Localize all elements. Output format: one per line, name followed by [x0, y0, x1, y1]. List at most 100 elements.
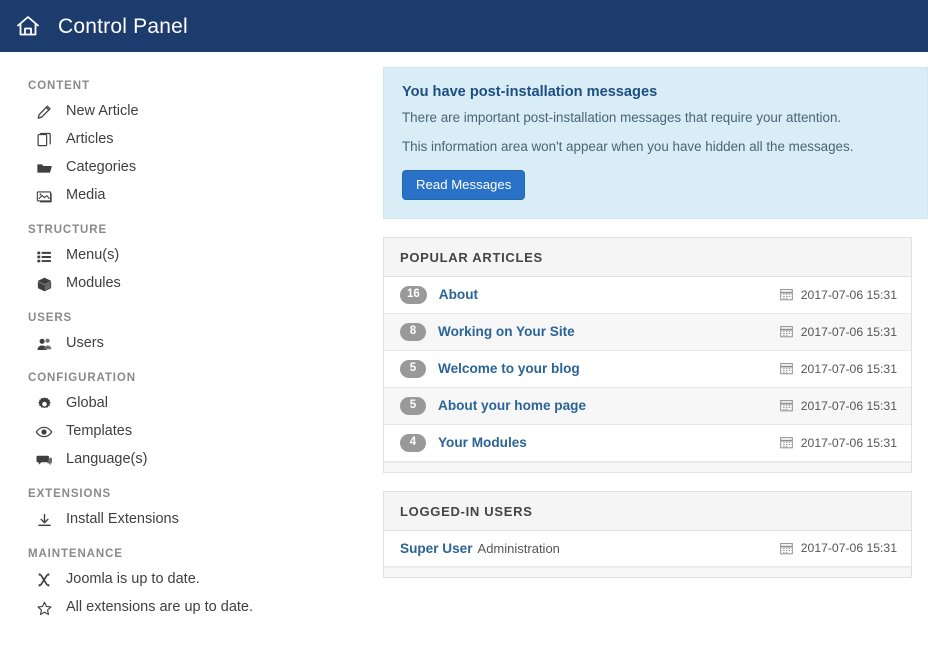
sidebar-item-label: Language(s)	[66, 450, 147, 470]
user-role: Administration	[478, 541, 560, 556]
sidebar-item-label: Media	[66, 186, 106, 206]
date-text: 2017-07-06 15:31	[801, 288, 897, 302]
sidebar-item-media[interactable]: Media	[0, 182, 383, 210]
calendar-icon	[780, 399, 793, 412]
popular-articles-panel: POPULAR ARTICLES 16 About	[383, 237, 912, 473]
hit-count-badge: 4	[400, 434, 426, 452]
control-panel-page: Control Panel CONTENT New Article	[0, 0, 928, 655]
row-date: 2017-07-06 15:31	[780, 288, 897, 302]
panel-footer	[384, 567, 911, 577]
sidebar-item-label: Global	[66, 394, 108, 414]
post-installation-alert: You have post-installation messages Ther…	[383, 67, 928, 219]
row-date: 2017-07-06 15:31	[780, 399, 897, 413]
popular-articles-title: POPULAR ARTICLES	[384, 238, 911, 277]
sidebar-section-users: USERS Users	[0, 300, 383, 358]
alert-text-line1: There are important post-installation me…	[402, 109, 907, 128]
article-link[interactable]: Your Modules	[438, 435, 527, 450]
sidebar-item-label: All extensions are up to date.	[66, 598, 253, 618]
sidebar-section-label: EXTENSIONS	[0, 476, 383, 506]
date-text: 2017-07-06 15:31	[801, 325, 897, 339]
sidebar-section-label: CONFIGURATION	[0, 360, 383, 390]
sidebar-item-install-extensions[interactable]: Install Extensions	[0, 506, 383, 534]
sidebar-item-extensions-status[interactable]: All extensions are up to date.	[0, 594, 383, 622]
sidebar-item-label: New Article	[66, 102, 139, 122]
sidebar-section-configuration: CONFIGURATION Global	[0, 360, 383, 474]
users-icon	[34, 334, 54, 354]
list-icon	[34, 246, 54, 266]
home-icon[interactable]	[14, 12, 42, 40]
sidebar-item-languages[interactable]: Language(s)	[0, 446, 383, 474]
sidebar-item-joomla-status[interactable]: Joomla is up to date.	[0, 566, 383, 594]
sidebar-item-label: Articles	[66, 130, 114, 150]
sidebar-section-content: CONTENT New Article	[0, 68, 383, 210]
alert-text-line2: This information area won't appear when …	[402, 138, 907, 157]
panel-footer	[384, 462, 911, 472]
row-date: 2017-07-06 15:31	[780, 541, 897, 555]
sidebar-section-label: MAINTENANCE	[0, 536, 383, 566]
sidebar-item-label: Templates	[66, 422, 132, 442]
calendar-icon	[780, 542, 793, 555]
calendar-icon	[780, 436, 793, 449]
sidebar-section-label: USERS	[0, 300, 383, 330]
hit-count-badge: 16	[400, 286, 427, 304]
sidebar-item-label: Install Extensions	[66, 510, 179, 530]
logged-in-users-title: LOGGED-IN USERS	[384, 492, 911, 531]
row-date: 2017-07-06 15:31	[780, 325, 897, 339]
app-header: Control Panel	[0, 0, 928, 52]
row-date: 2017-07-06 15:31	[780, 362, 897, 376]
date-text: 2017-07-06 15:31	[801, 362, 897, 376]
sidebar-item-articles[interactable]: Articles	[0, 126, 383, 154]
page-title: Control Panel	[58, 16, 188, 37]
copy-stack-icon	[34, 130, 54, 150]
sidebar: CONTENT New Article	[0, 52, 383, 624]
speech-bubble-icon	[34, 450, 54, 470]
table-row[interactable]: 8 Working on Your Site 2017	[384, 314, 911, 351]
page-body: CONTENT New Article	[0, 52, 928, 624]
sidebar-item-global[interactable]: Global	[0, 390, 383, 418]
sidebar-section-structure: STRUCTURE Menu(s)	[0, 212, 383, 298]
sidebar-item-menus[interactable]: Menu(s)	[0, 242, 383, 270]
eye-icon	[34, 422, 54, 442]
main-content: You have post-installation messages Ther…	[383, 52, 928, 596]
calendar-icon	[780, 325, 793, 338]
date-text: 2017-07-06 15:31	[801, 541, 897, 555]
sidebar-item-new-article[interactable]: New Article	[0, 98, 383, 126]
joomla-logo-icon	[34, 570, 54, 590]
folder-icon	[34, 158, 54, 178]
alert-heading: You have post-installation messages	[402, 84, 907, 100]
table-row[interactable]: 5 Welcome to your blog 2017	[384, 351, 911, 388]
star-icon	[34, 598, 54, 618]
table-row[interactable]: 5 About your home page 2017	[384, 388, 911, 425]
pencil-icon	[34, 102, 54, 122]
logged-in-users-panel: LOGGED-IN USERS Super User Administratio…	[383, 491, 912, 578]
sidebar-item-label: Modules	[66, 274, 121, 294]
sidebar-item-modules[interactable]: Modules	[0, 270, 383, 298]
sidebar-item-label: Joomla is up to date.	[66, 570, 200, 590]
date-text: 2017-07-06 15:31	[801, 399, 897, 413]
image-icon	[34, 186, 54, 206]
table-row[interactable]: Super User Administration 2	[384, 531, 911, 567]
sidebar-section-extensions: EXTENSIONS Install Extensions	[0, 476, 383, 534]
logged-in-users-list: Super User Administration 2	[384, 531, 911, 567]
row-date: 2017-07-06 15:31	[780, 436, 897, 450]
table-row[interactable]: 4 Your Modules 2017-07-06 1	[384, 425, 911, 462]
article-link[interactable]: Working on Your Site	[438, 324, 575, 339]
sidebar-section-label: STRUCTURE	[0, 212, 383, 242]
calendar-icon	[780, 288, 793, 301]
table-row[interactable]: 16 About 2017-07-06 15:31	[384, 277, 911, 314]
user-link[interactable]: Super User	[400, 541, 473, 556]
sidebar-item-users[interactable]: Users	[0, 330, 383, 358]
read-messages-button[interactable]: Read Messages	[402, 170, 525, 200]
sidebar-item-categories[interactable]: Categories	[0, 154, 383, 182]
sidebar-item-templates[interactable]: Templates	[0, 418, 383, 446]
cube-icon	[34, 274, 54, 294]
gear-icon	[34, 394, 54, 414]
sidebar-item-label: Users	[66, 334, 104, 354]
article-link[interactable]: About your home page	[438, 398, 586, 413]
hit-count-badge: 8	[400, 323, 426, 341]
sidebar-section-label: CONTENT	[0, 68, 383, 98]
hit-count-badge: 5	[400, 360, 426, 378]
article-link[interactable]: Welcome to your blog	[438, 361, 580, 376]
article-link[interactable]: About	[439, 287, 478, 302]
date-text: 2017-07-06 15:31	[801, 436, 897, 450]
